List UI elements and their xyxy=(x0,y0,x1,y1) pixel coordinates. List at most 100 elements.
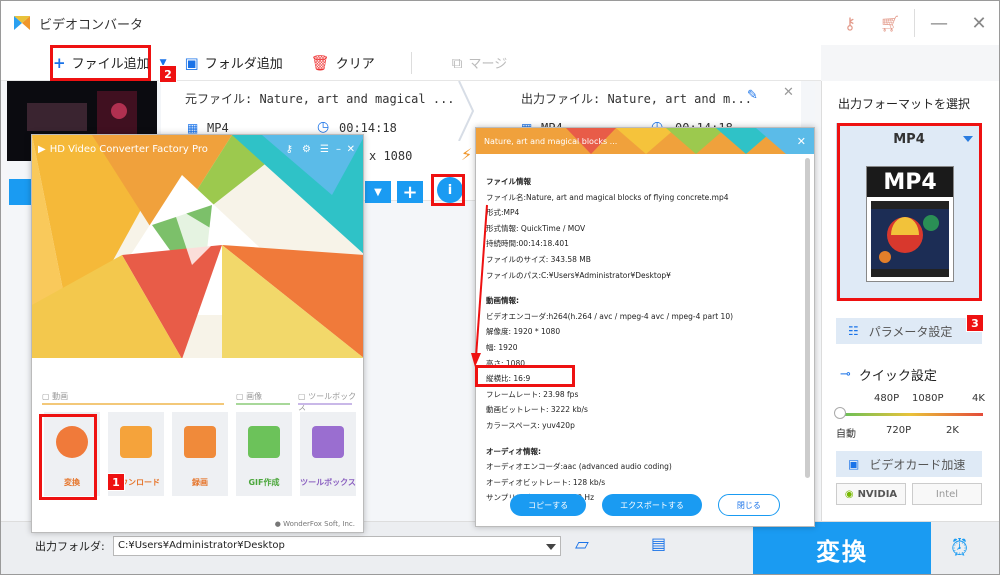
file-info-heading: ファイル情報 xyxy=(486,177,531,186)
feature-label: 録画 xyxy=(192,478,208,487)
slider-label: 4K xyxy=(972,393,985,404)
add-subtitle-button[interactable]: + xyxy=(397,181,423,203)
download-icon xyxy=(120,426,152,458)
clock-icon: ◷ xyxy=(317,119,330,135)
app-logo-icon xyxy=(14,16,30,30)
highlight-convert-feature xyxy=(39,414,97,500)
merge-button[interactable]: ⧉ マージ xyxy=(451,53,508,73)
clear-label: クリア xyxy=(335,57,375,72)
divider xyxy=(236,403,290,405)
slider-label: 2K xyxy=(946,425,959,436)
cart-icon[interactable]: 🛒︎ xyxy=(870,14,910,33)
minimize-button[interactable]: – xyxy=(336,144,341,155)
close-button[interactable]: ✕ xyxy=(959,13,999,34)
highlight-format-selector xyxy=(837,123,982,301)
feature-gif[interactable]: GIF作成 xyxy=(236,412,292,496)
info-line: 動画ビットレート: 3222 kb/s xyxy=(486,405,588,415)
feature-label: ツールボックス xyxy=(300,478,356,487)
app-logo-icon: ▶ xyxy=(38,143,46,155)
export-button[interactable]: エクスポートする xyxy=(602,494,702,516)
app-title: ビデオコンバータ xyxy=(39,17,144,33)
slider-label: 480P xyxy=(874,393,900,404)
slider-label: 720P xyxy=(886,425,912,436)
step-badge: 2 xyxy=(159,65,177,83)
chevron-down-icon xyxy=(546,544,556,550)
slider-label: 1080P xyxy=(912,393,944,404)
convert-button[interactable]: 変換 xyxy=(753,522,931,574)
alarm-clock-icon[interactable]: ⏰︎ xyxy=(951,536,968,561)
copy-button[interactable]: コピーする xyxy=(510,494,587,516)
vendor-label: NVIDIA xyxy=(857,488,898,500)
divider xyxy=(298,403,352,405)
section-label: 動画 xyxy=(52,392,69,401)
key-icon[interactable]: ⚷ xyxy=(286,144,293,155)
divider xyxy=(42,403,224,405)
annotation-arrow xyxy=(471,204,488,367)
info-line: 幅: 1920 xyxy=(486,342,518,352)
intel-toggle[interactable]: Intel xyxy=(912,483,982,505)
info-line: 持続時間:00:14:18.401 xyxy=(486,239,569,249)
info-line: ビデオエンコーダ:h264(h.264 / avc / mpeg-4 avc /… xyxy=(486,311,734,321)
section-image: ▢ 画像 xyxy=(236,392,263,401)
trash-icon: 🗑︎ xyxy=(310,53,330,72)
source-resolution: x 1080 xyxy=(369,149,413,163)
sliders-icon: ☷ xyxy=(848,324,859,338)
launcher-banner xyxy=(32,135,363,359)
chip-icon: ▣ xyxy=(848,457,860,471)
launcher-title: HD Video Converter Factory Pro xyxy=(49,143,208,155)
close-button[interactable]: ✕ xyxy=(347,144,355,155)
quality-slider-track[interactable] xyxy=(838,413,983,416)
media-info-dialog: Nature, art and magical blocks ... ✕ ファイ… xyxy=(475,127,815,527)
gpu-acceleration-button[interactable]: ▣ ビデオカード加速 xyxy=(836,451,982,477)
close-button[interactable]: ✕ xyxy=(797,135,806,148)
clear-button[interactable]: 🗑︎ クリア xyxy=(310,53,375,73)
remove-icon[interactable]: ✕ xyxy=(783,85,794,100)
toolbox-icon xyxy=(312,426,344,458)
highlight-info-button xyxy=(431,174,465,206)
highlight-add-file xyxy=(50,45,151,81)
gpu-label: ビデオカード加速 xyxy=(869,457,966,472)
film-icon: ▦ xyxy=(187,121,199,135)
audio-info-heading: オーディオ情報: xyxy=(486,446,541,456)
gear-icon[interactable]: ⚙ xyxy=(302,144,311,155)
menu-icon[interactable]: ☰ xyxy=(320,144,329,155)
info-content: ファイル情報 ファイル名:Nature, art and magical blo… xyxy=(486,168,806,506)
play-tab[interactable] xyxy=(9,179,31,205)
close-dialog-button[interactable]: 閉じる xyxy=(717,494,780,516)
scrollbar[interactable] xyxy=(805,158,810,478)
parameter-settings-button[interactable]: ☷ パラメータ設定 xyxy=(836,318,982,344)
output-path-text: C:¥Users¥Administrator¥Desktop xyxy=(118,540,285,551)
merge-label: マージ xyxy=(468,57,508,72)
footer-text: WonderFox Soft, Inc. xyxy=(283,520,355,528)
add-folder-button[interactable]: ▣ フォルダ追加 xyxy=(184,53,283,73)
merge-icon: ⧉ xyxy=(451,53,463,72)
add-folder-label: フォルダ追加 xyxy=(204,57,283,72)
feature-record[interactable]: 録画 xyxy=(172,412,228,496)
folder-icon: ▣ xyxy=(184,53,199,72)
info-line: 形式情報: QuickTime / MOV xyxy=(486,223,586,233)
dropdown-button[interactable]: ▼ xyxy=(365,181,391,203)
video-folder-icon[interactable]: ▤ xyxy=(651,534,666,553)
feature-toolbox[interactable]: ツールボックス xyxy=(300,412,356,496)
info-line: 解像度: 1920 * 1080 xyxy=(486,327,561,337)
step-badge: 3 xyxy=(966,314,984,332)
quality-slider-handle[interactable] xyxy=(834,407,846,419)
section-video: ▢ 動画 xyxy=(42,392,69,401)
nvidia-toggle[interactable]: ◉ NVIDIA xyxy=(836,483,906,505)
source-duration: 00:14:18 xyxy=(339,121,397,135)
key-icon[interactable]: ⚷ xyxy=(830,14,870,33)
section-label: 画像 xyxy=(246,392,263,401)
output-folder-path[interactable]: C:¥Users¥Administrator¥Desktop xyxy=(113,536,561,556)
source-format: MP4 xyxy=(207,121,229,135)
output-folder-label: 出力フォルダ: xyxy=(35,540,105,553)
info-titlebar: Nature, art and magical blocks ... ✕ xyxy=(476,128,814,154)
source-file-label: 元ファイル: Nature, art and magical ... xyxy=(185,92,455,106)
edit-icon[interactable]: ✎ xyxy=(747,88,758,103)
minimize-button[interactable]: — xyxy=(919,13,959,34)
open-folder-icon[interactable]: ▱ xyxy=(575,534,589,555)
param-label: パラメータ設定 xyxy=(868,324,953,339)
quick-slider-icon: ⊸ xyxy=(840,367,851,382)
image-icon xyxy=(248,426,280,458)
output-file-label: 出力ファイル: Nature, art and m... xyxy=(521,92,752,106)
nvidia-icon: ◉ xyxy=(844,488,854,500)
